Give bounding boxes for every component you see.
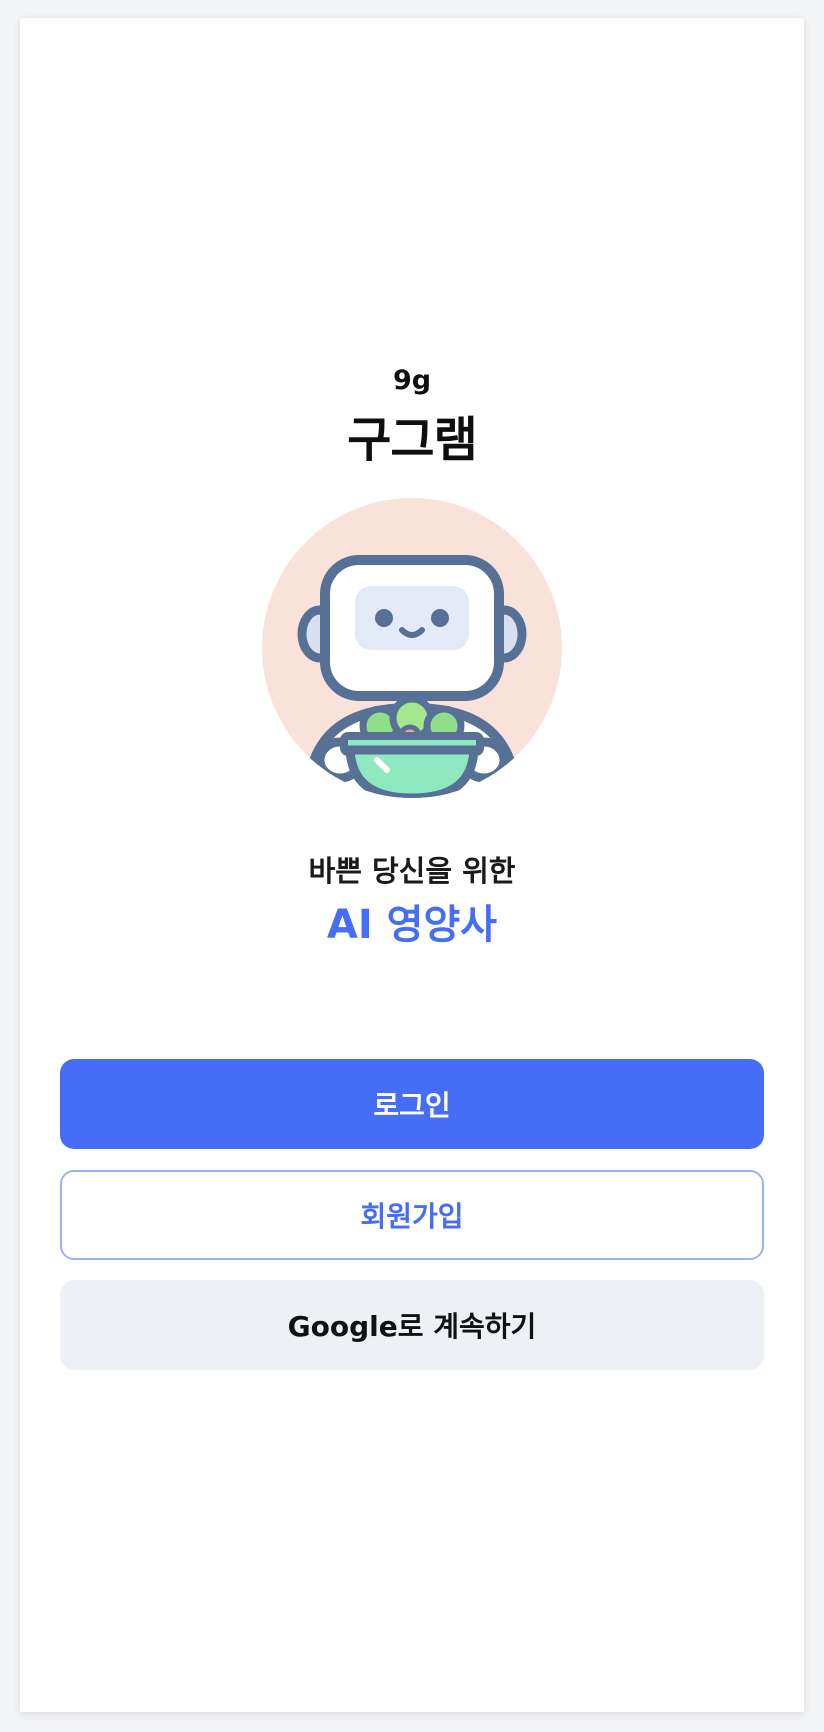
robot-with-salad-bowl-icon — [262, 498, 562, 798]
signup-button[interactable]: 회원가입 — [60, 1170, 764, 1260]
google-continue-button[interactable]: Google로 계속하기 — [60, 1280, 764, 1370]
brand-name: 구그램 — [347, 412, 477, 468]
tagline: 바쁜 당신을 위한 — [308, 854, 516, 888]
mascot-illustration — [262, 498, 562, 798]
login-button-label: 로그인 — [373, 1089, 451, 1122]
signup-button-label: 회원가입 — [360, 1200, 464, 1233]
google-continue-button-label: Google로 계속하기 — [287, 1310, 537, 1343]
login-button[interactable]: 로그인 — [60, 1059, 764, 1149]
app-screen: 9g 구그램 바쁜 당신을 위한 AI 영양사 로그인 회원가입 Google로… — [20, 18, 804, 1712]
headline: AI 영양사 — [326, 902, 498, 948]
brand-short-name: 9g — [392, 365, 432, 396]
